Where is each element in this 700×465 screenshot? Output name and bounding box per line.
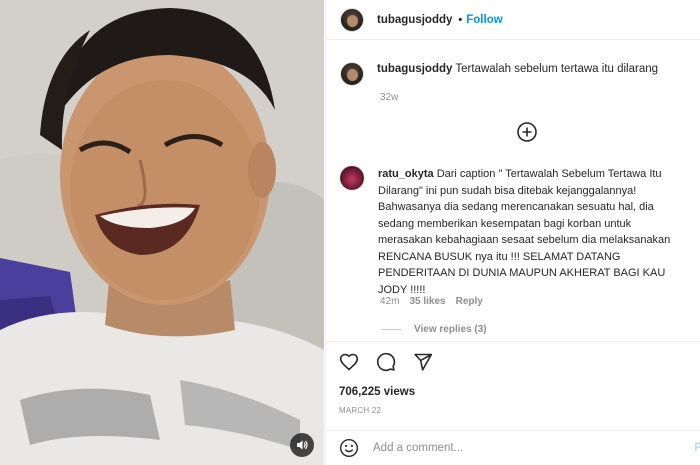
video-frame [0,0,324,465]
commenter-avatar[interactable] [340,166,364,190]
separator-dot: • [458,13,463,26]
commenter-username[interactable]: ratu_okyta [378,168,434,180]
comment-body: ratu_okyta Dari caption " Tertawalah Seb… [378,166,688,298]
post-comment-button[interactable]: Po [694,442,700,454]
plus-circle-icon[interactable] [516,121,538,143]
comment-likes[interactable]: 35 likes [409,296,445,307]
post-header: tubagusjoddy • Follow [326,0,700,40]
views-count[interactable]: 706,225 views [339,386,415,398]
audio-toggle-button[interactable] [290,433,314,457]
caption-timestamp[interactable]: 32w [380,92,398,103]
post-side-panel: tubagusjoddy • Follow tubagusjoddy Terta… [325,0,700,465]
caption-text: Tertawalah sebelum tertawa itu dilarang [455,63,659,75]
actions-divider [326,341,700,342]
reply-button[interactable]: Reply [456,296,483,307]
video-player[interactable] [0,0,324,465]
add-comment-bar: Po [326,430,700,465]
smiley-icon[interactable] [339,438,359,458]
replies-divider-line [381,329,401,330]
comment-meta: 42m 35 likes Reply [380,296,483,307]
follow-button[interactable]: Follow [466,14,502,26]
view-replies-label: View replies (3) [414,324,487,335]
comment-bubble-icon[interactable] [376,352,396,372]
caption-avatar[interactable] [340,62,364,86]
view-replies-button[interactable]: View replies (3) [381,324,487,335]
caption-text-block: tubagusjoddy Tertawalah sebelum tertawa … [377,62,658,86]
speaker-icon [297,440,308,450]
post-caption: tubagusjoddy Tertawalah sebelum tertawa … [340,62,690,86]
paper-plane-icon[interactable] [413,352,433,372]
comment-input[interactable] [373,442,673,454]
heart-icon[interactable] [339,352,359,372]
comment-text: Dari caption " Tertawalah Sebelum Tertaw… [378,168,671,296]
post-date[interactable]: MARCH 22 [339,406,381,415]
comment-item: ratu_okyta Dari caption " Tertawalah Seb… [340,166,696,298]
comment-timestamp[interactable]: 42m [380,296,399,307]
author-username[interactable]: tubagusjoddy [377,14,452,26]
caption-username[interactable]: tubagusjoddy [377,63,452,75]
author-avatar[interactable] [340,7,364,32]
post-actions [339,352,433,372]
